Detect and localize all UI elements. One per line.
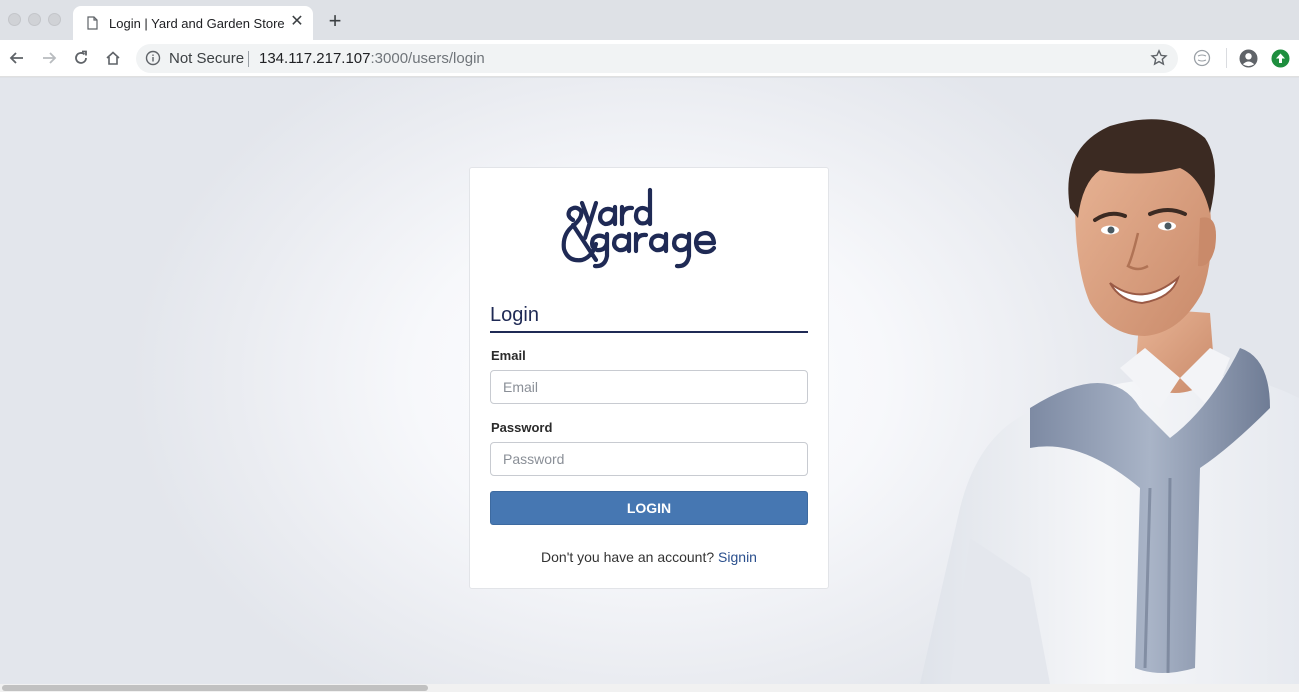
extension-icon[interactable]	[1193, 49, 1211, 67]
login-card: Login Email Password LOGIN Don't you hav…	[469, 167, 829, 589]
tab-close-icon[interactable]: ✕	[288, 13, 306, 31]
url-host: 134.117.217.107	[259, 50, 371, 67]
address-separator	[248, 51, 249, 67]
email-label: Email	[491, 348, 526, 363]
horizontal-scrollbar[interactable]	[0, 684, 1299, 692]
home-icon[interactable]	[103, 48, 123, 68]
close-window-button[interactable]	[8, 13, 21, 26]
hero-person-image	[920, 119, 1299, 684]
brand-logo	[561, 187, 717, 269]
info-icon[interactable]	[145, 50, 161, 66]
signin-link[interactable]: Signin	[718, 549, 757, 565]
password-label: Password	[491, 420, 553, 435]
security-label[interactable]: Not Secure	[169, 50, 244, 67]
url-path: :3000/users/login	[370, 50, 485, 67]
email-field[interactable]	[490, 370, 808, 404]
scrollbar-thumb[interactable]	[2, 685, 428, 691]
update-icon[interactable]	[1271, 49, 1290, 68]
address-bar[interactable]: Not Secure 134.117.217.107:3000/users/lo…	[136, 44, 1178, 73]
tab-title: Login | Yard and Garden Store	[109, 16, 285, 31]
back-icon[interactable]	[7, 48, 27, 68]
tab-strip: Login | Yard and Garden Store ✕ +	[0, 0, 1299, 40]
new-tab-button[interactable]: +	[325, 10, 345, 32]
toolbar-separator	[1226, 48, 1227, 68]
page-icon	[87, 16, 98, 30]
password-field[interactable]	[490, 442, 808, 476]
minimize-window-button[interactable]	[28, 13, 41, 26]
url-text[interactable]: 134.117.217.107:3000/users/login	[259, 50, 485, 67]
star-icon[interactable]	[1150, 49, 1168, 67]
login-heading: Login	[490, 304, 808, 333]
reload-icon[interactable]	[71, 48, 91, 68]
signup-text: Don't you have an account?	[541, 549, 719, 565]
zoom-window-button[interactable]	[48, 13, 61, 26]
page-viewport: Login Email Password LOGIN Don't you hav…	[0, 78, 1299, 684]
signup-prompt: Don't you have an account? Signin	[470, 549, 828, 565]
browser-toolbar: Not Secure 134.117.217.107:3000/users/lo…	[0, 40, 1299, 77]
browser-tab[interactable]: Login | Yard and Garden Store ✕	[73, 6, 313, 40]
account-icon[interactable]	[1239, 49, 1258, 68]
forward-icon[interactable]	[39, 48, 59, 68]
login-button[interactable]: LOGIN	[490, 491, 808, 525]
